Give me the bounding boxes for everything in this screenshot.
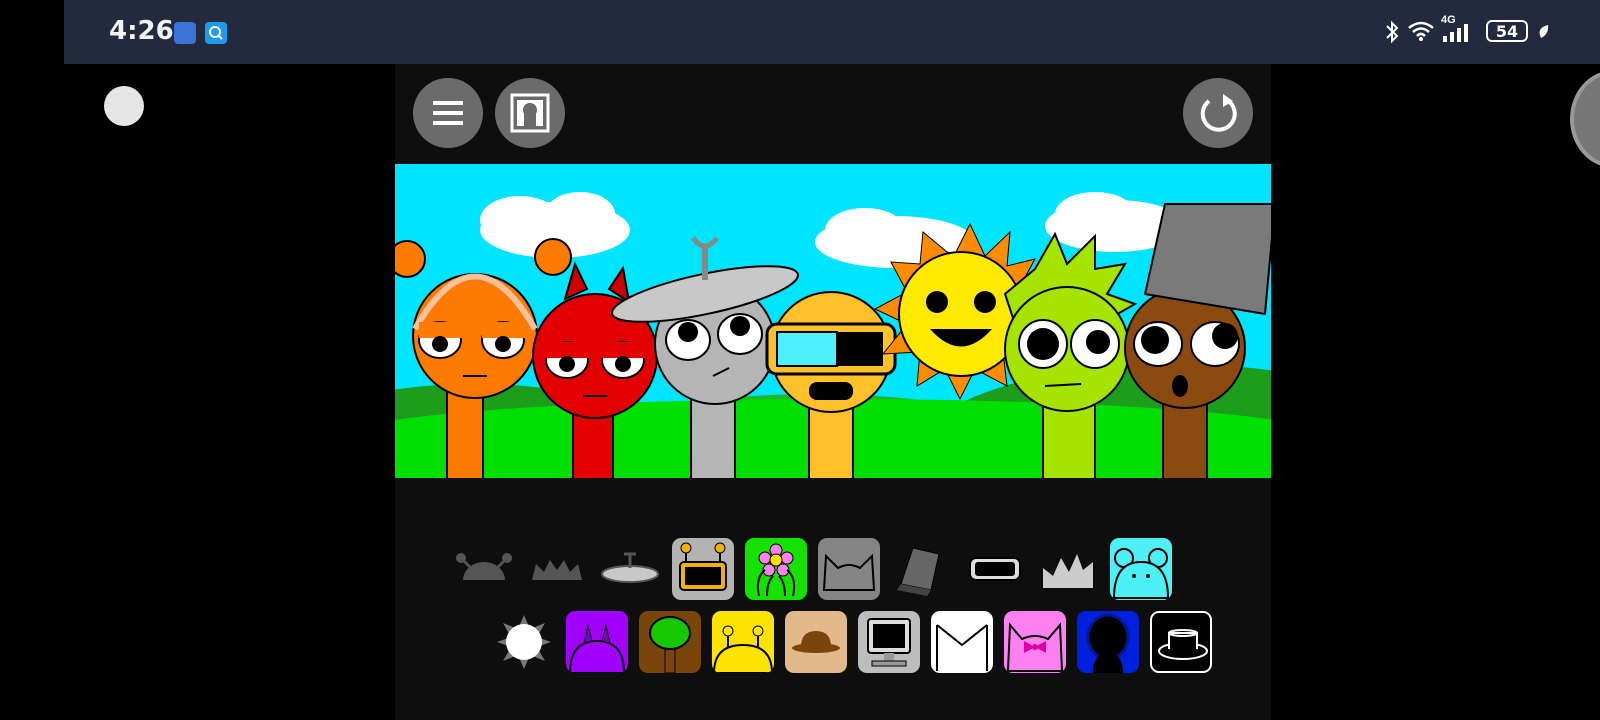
spiky-hair-tile[interactable] xyxy=(526,538,588,600)
character-stage: 🔇 🎧 ✕ xyxy=(395,164,1271,478)
battery-level: 54 xyxy=(1495,22,1519,41)
settings-gear-icon[interactable] xyxy=(1570,70,1600,168)
brown-hat-tile[interactable] xyxy=(785,611,847,673)
game-area: 🔇 🎧 ✕ xyxy=(395,64,1271,720)
cat-ears-tile[interactable] xyxy=(818,538,880,600)
bear-ears-tile[interactable] xyxy=(1110,538,1172,600)
menu-icon xyxy=(433,101,463,125)
top-hat-tile[interactable] xyxy=(1150,611,1212,673)
reset-icon xyxy=(1200,94,1237,132)
pink-bow-tile[interactable] xyxy=(1004,611,1066,673)
visor-tile[interactable] xyxy=(964,538,1026,600)
bucket-tile[interactable] xyxy=(891,538,953,600)
status-time: 4:26 xyxy=(109,16,174,46)
frame-icon xyxy=(510,93,550,133)
leaf-icon xyxy=(1539,25,1549,38)
accessory-palette-row-2 xyxy=(493,611,1213,673)
purple-horns-tile[interactable] xyxy=(566,611,628,673)
battery-icon: 54 xyxy=(1486,20,1528,42)
wifi-icon xyxy=(1408,21,1434,41)
status-bar: 4:26 4G 54 xyxy=(64,0,1600,64)
robot-head-tile[interactable] xyxy=(672,538,734,600)
antenna-balls-tile[interactable] xyxy=(453,538,515,600)
floating-dot[interactable] xyxy=(104,86,144,126)
bluetooth-icon xyxy=(1386,20,1399,44)
accessory-palette-row-1 xyxy=(453,538,1172,600)
satellite-hat-tile[interactable] xyxy=(599,538,661,600)
flower-tile[interactable] xyxy=(745,538,807,600)
tree-tile[interactable] xyxy=(639,611,701,673)
notification-app-icon xyxy=(174,22,196,44)
blue-hood-tile[interactable] xyxy=(1077,611,1139,673)
yellow-antennae-tile[interactable] xyxy=(712,611,774,673)
reset-button[interactable] xyxy=(1183,78,1253,148)
crown-tile[interactable] xyxy=(1037,538,1099,600)
signal-icon xyxy=(1443,24,1468,42)
menu-button[interactable] xyxy=(413,78,483,148)
sun-rays-tile[interactable] xyxy=(493,611,555,673)
computer-tile[interactable] xyxy=(858,611,920,673)
search-app-icon xyxy=(205,22,227,44)
frame-button[interactable] xyxy=(495,78,565,148)
white-envelope-tile[interactable] xyxy=(931,611,993,673)
